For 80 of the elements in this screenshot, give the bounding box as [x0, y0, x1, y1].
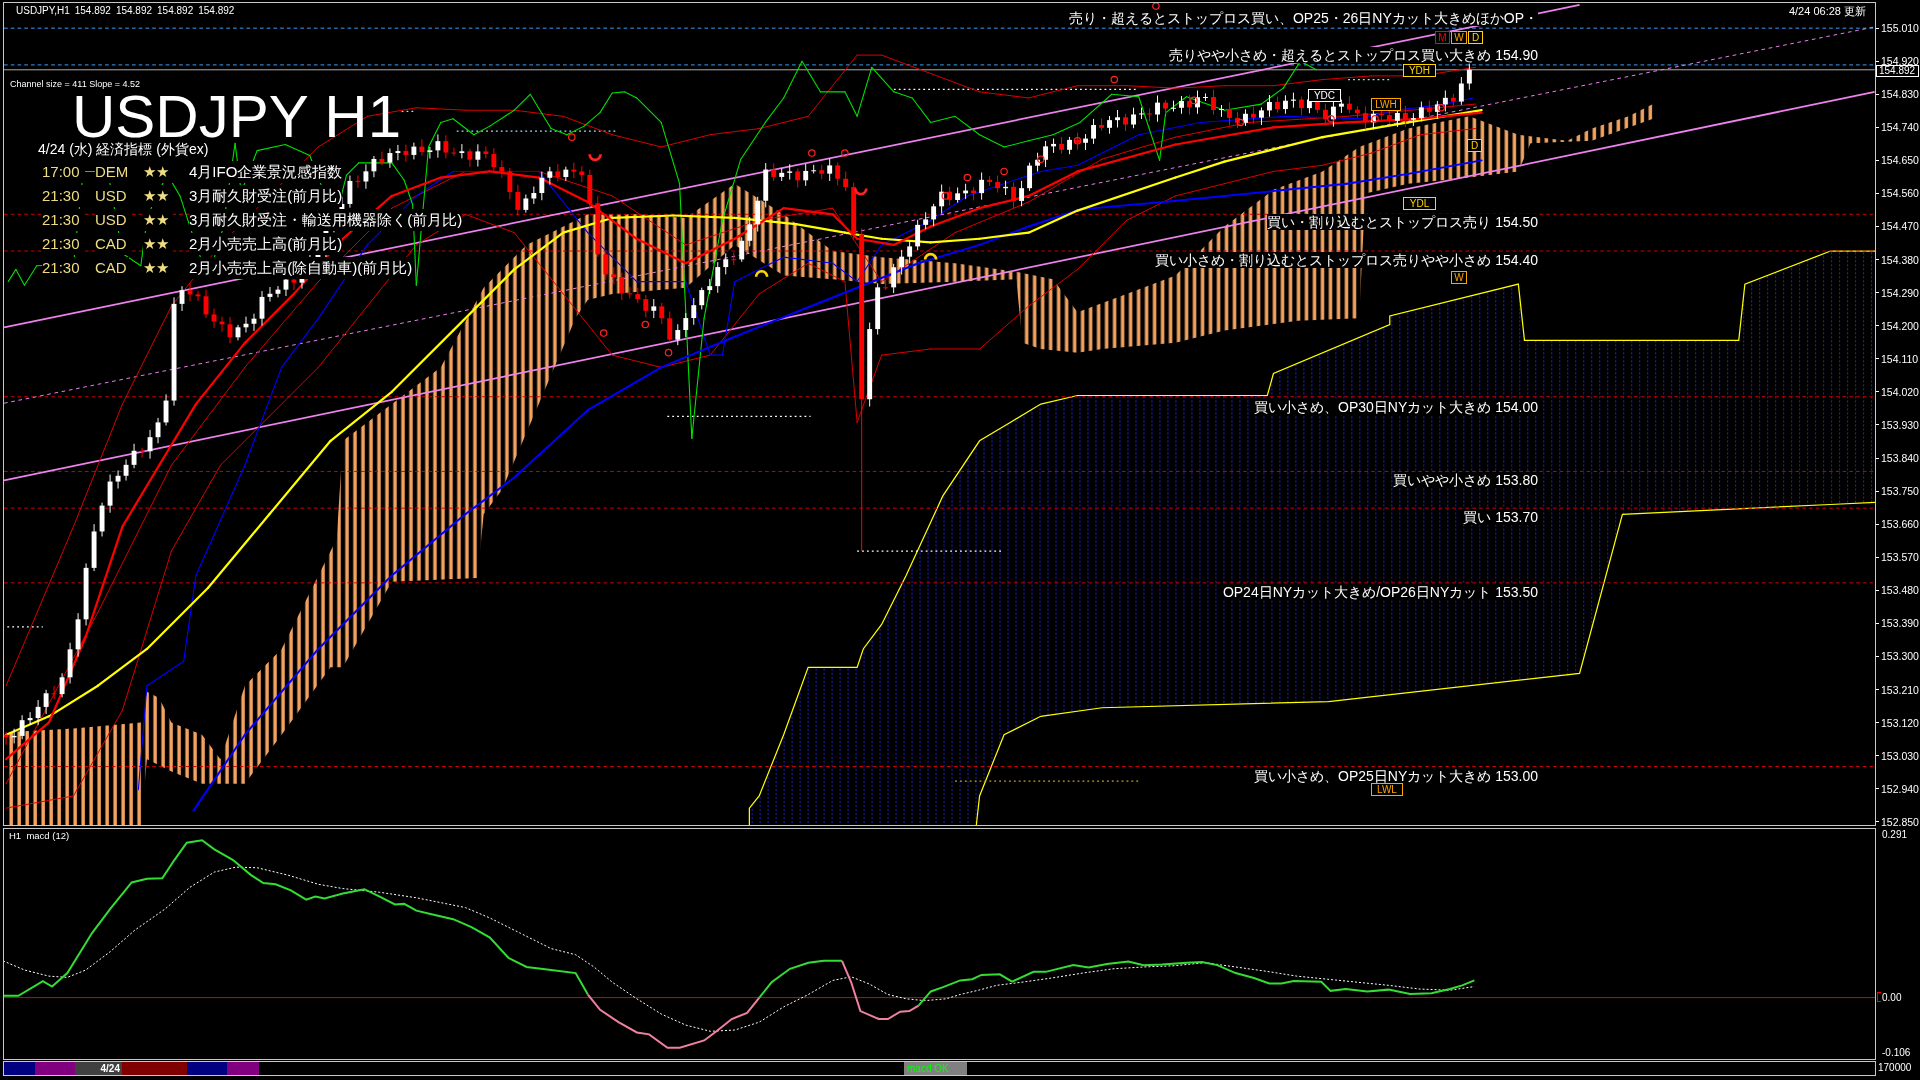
- level-tag: YDL: [1403, 197, 1436, 210]
- update-time: 4/24 06:28 更新: [1788, 5, 1866, 18]
- price-tick-label: 153.480: [1876, 584, 1920, 597]
- event-name: 4月IFO企業景況感指数: [189, 161, 343, 183]
- price-tick-label: 153.570: [1876, 551, 1920, 564]
- price-tick-label: 153.750: [1876, 485, 1920, 498]
- price-tick-label: 154.920: [1876, 55, 1920, 68]
- level-note: 買い小さめ・割り込むとストップロス売りやや小さめ 154.40: [1155, 252, 1538, 268]
- level-tag: D: [1468, 31, 1483, 44]
- level-note: OP24日NYカット大きめ/OP26日NYカット 153.50: [1222, 584, 1538, 600]
- event-time: 21:30: [42, 209, 85, 231]
- macd-axis-label: -0.106: [1882, 1047, 1911, 1059]
- pane-title: H1 macd (12): [9, 830, 70, 842]
- price-tick-label: 153.660: [1876, 518, 1920, 531]
- price-tick-label: 154.740: [1876, 121, 1920, 134]
- macd-axis-label: 0.00: [1882, 992, 1902, 1004]
- level-note: 買い 153.70: [1463, 509, 1538, 525]
- zero-marker-icon: [1877, 992, 1881, 1002]
- event-importance: ★★: [143, 233, 173, 255]
- price-tick-label: 154.830: [1876, 88, 1920, 101]
- price-tick-label: 152.940: [1876, 782, 1920, 795]
- event-currency: USD: [95, 185, 129, 207]
- event-name: 3月耐久財受注(前月比): [189, 185, 343, 207]
- price-tick-label: 154.290: [1876, 286, 1920, 299]
- horseshoe-marker-icon: [923, 252, 938, 260]
- level-tag: D: [1467, 139, 1482, 152]
- price-tick-label: 153.120: [1876, 716, 1920, 729]
- level-tag: YDH: [1403, 64, 1436, 77]
- horseshoe-marker-icon: [854, 188, 868, 196]
- price-tick-label: 153.210: [1876, 683, 1920, 696]
- level-note: 売り・超えるとストップロス買い、OP25・26日NYカット大きめほかOP・: [1068, 10, 1538, 26]
- price-tick-label: 154.380: [1876, 253, 1920, 266]
- current-price-label: 154.892: [1876, 65, 1919, 77]
- price-tick-label: 153.390: [1876, 617, 1920, 630]
- horseshoe-marker-icon: [588, 153, 602, 162]
- event-name: 3月耐久財受注・輸送用機器除く(前月比): [189, 209, 463, 231]
- quote-value: 154.892: [74, 5, 111, 17]
- price-tick-label: 153.930: [1876, 418, 1920, 431]
- price-tick-label: 154.470: [1876, 220, 1920, 233]
- price-tick-label: 153.030: [1876, 749, 1920, 762]
- macd-axis-label: 0.291: [1882, 829, 1908, 841]
- quote-value: 154.892: [115, 5, 153, 17]
- price-tick-label: 154.020: [1876, 385, 1920, 398]
- price-tick-label: 152.850: [1876, 815, 1920, 828]
- level-tag: LWH: [1371, 98, 1401, 111]
- event-time: 21:30: [42, 233, 85, 255]
- channel-info: Channel size = 411 Slope = 4.52: [10, 78, 140, 90]
- event-name: 2月小売売上高(除自動車)(前月比): [189, 257, 413, 279]
- price-tick-label: 153.840: [1876, 452, 1920, 464]
- event-importance: ★★: [143, 209, 173, 231]
- date-segment: 4/24: [75, 1062, 122, 1075]
- quote-value: 154.892: [157, 5, 194, 17]
- level-note: 買いやや小さめ 153.80: [1393, 472, 1538, 488]
- event-currency: USD: [95, 209, 129, 231]
- event-currency: CAD: [95, 233, 129, 255]
- strip-axis-label: 170000: [1878, 1062, 1912, 1074]
- price-tick-label: 154.650: [1876, 154, 1920, 167]
- price-tick-label: 153.300: [1876, 650, 1920, 663]
- price-tick-label: 154.110: [1876, 352, 1920, 365]
- symbol-label: USDJPY,H1: [16, 5, 70, 17]
- level-note: 買い小さめ、OP30日NYカット大きめ 154.00: [1254, 399, 1538, 415]
- range-marker-line: [6, 626, 44, 628]
- price-tick-label: 155.010: [1876, 22, 1920, 34]
- level-tag: W: [1451, 31, 1467, 44]
- level-tag: W: [1451, 271, 1467, 284]
- level-note: 買い小さめ、OP25日NYカット大きめ 153.00: [1254, 768, 1538, 784]
- level-note: 売りやや小さめ・超えるとストップロス買い大きめ 154.90: [1169, 47, 1538, 63]
- price-tick-label: 154.560: [1876, 187, 1920, 200]
- level-tag: YDC: [1308, 89, 1341, 102]
- quote-value: 154.892: [198, 5, 235, 17]
- event-name: 2月小売売上高(前月比): [189, 233, 343, 255]
- event-time: 21:30: [42, 185, 85, 207]
- level-tag: M: [1435, 31, 1450, 44]
- level-tag: LWL: [1371, 783, 1403, 796]
- status-label: macd OK: [904, 1062, 967, 1075]
- horseshoe-marker-icon: [754, 269, 769, 278]
- level-note: 買い・割り込むとストップロス売り 154.50: [1267, 214, 1538, 230]
- range-marker-line: [1347, 79, 1392, 81]
- price-tick-label: 154.200: [1876, 319, 1920, 332]
- range-marker-line: [401, 110, 417, 113]
